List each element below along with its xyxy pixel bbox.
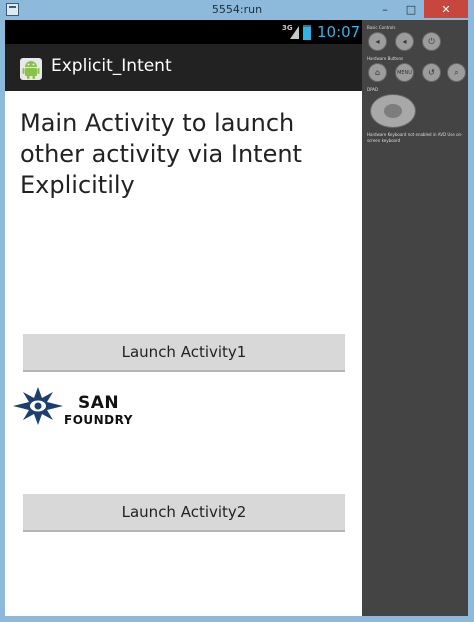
star-logo-icon	[13, 387, 63, 425]
basic-controls-label: Basic Controls	[367, 25, 396, 30]
power-icon[interactable]: ⏻	[422, 32, 441, 51]
menu-button[interactable]: MENU	[395, 63, 414, 82]
device-screen: 3G 10:07 Explicit_Intent Main Activity t…	[5, 20, 362, 616]
app-title: Explicit_Intent	[51, 56, 172, 76]
maximize-button[interactable]: □	[398, 0, 424, 18]
status-bar: 3G 10:07	[5, 20, 362, 44]
emulator-control-panel: Basic Controls ◂ ◂ ⏻ Hardware Buttons ⌂ …	[362, 20, 468, 616]
keyboard-note: Hardware Keyboard not enabled in AVD Use…	[367, 132, 463, 143]
hardware-buttons-label: Hardware Buttons	[367, 56, 404, 61]
action-bar: Explicit_Intent	[5, 44, 362, 91]
logo-text-foundry: FOUNDRY	[64, 413, 133, 427]
main-heading: Main Activity to launch other activity v…	[20, 109, 302, 199]
window-controls: – □ ✕	[372, 0, 468, 18]
back-icon[interactable]: ↺	[422, 63, 441, 82]
close-button[interactable]: ✕	[424, 0, 468, 18]
minimize-button[interactable]: –	[372, 0, 398, 18]
dpad-control[interactable]	[370, 94, 416, 128]
battery-icon	[303, 25, 311, 40]
volume-up-icon[interactable]: ◂	[395, 32, 414, 51]
dpad-label: DPAD	[367, 87, 379, 92]
status-time: 10:07	[317, 23, 361, 41]
home-icon[interactable]: ⌂	[368, 63, 387, 82]
android-icon[interactable]	[19, 54, 43, 81]
launch-activity1-button[interactable]: Launch Activity1	[23, 334, 345, 372]
launch-activity2-button[interactable]: Launch Activity2	[23, 494, 345, 532]
dpad-center-button[interactable]	[384, 104, 402, 118]
san-foundry-logo: SAN FOUNDRY	[12, 386, 152, 430]
emulator-window: 5554:run – □ ✕ 3G 10:07 Explicit_Intent …	[0, 0, 474, 622]
search-icon[interactable]: ⌕	[447, 63, 466, 82]
volume-down-icon[interactable]: ◂	[368, 32, 387, 51]
logo-text-san: SAN	[78, 393, 120, 413]
signal-icon	[290, 26, 299, 39]
window-title-bar[interactable]: 5554:run – □ ✕	[0, 0, 474, 20]
